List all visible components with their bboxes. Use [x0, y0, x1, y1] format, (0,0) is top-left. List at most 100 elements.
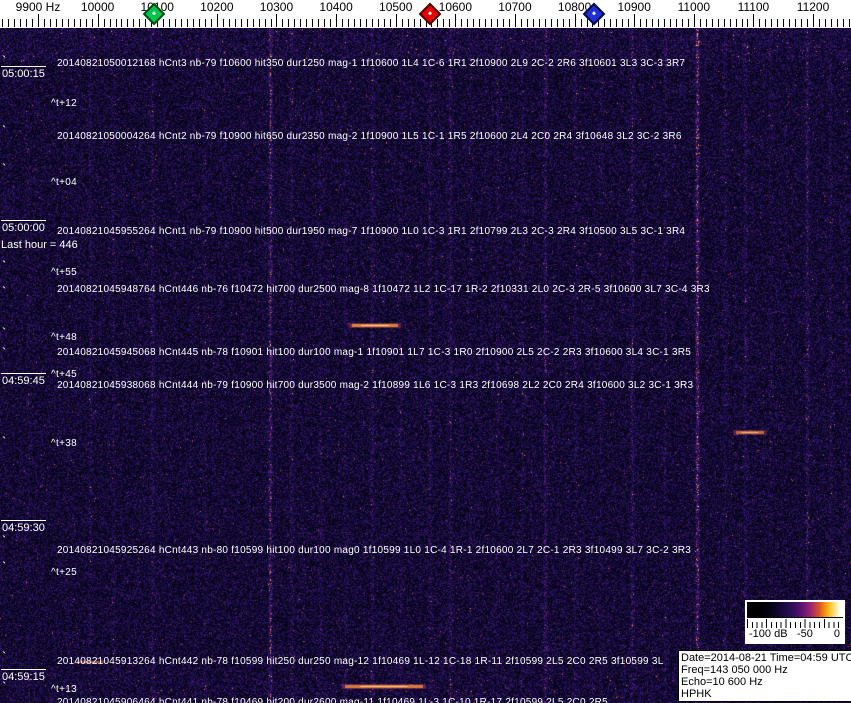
- time-axis-tick: `: [2, 434, 7, 449]
- detection-event-line: 20140821050004264 hCnt2 nb-79 f10900 hit…: [57, 131, 682, 142]
- time-axis-label: 04:59:15: [1, 669, 46, 683]
- ruler-tick: [538, 19, 540, 27]
- ruler-tick: [61, 19, 63, 27]
- freq-tick-label: 10700: [498, 0, 532, 14]
- freq-tick-label: 9900 Hz: [15, 0, 61, 14]
- ruler-tick: [729, 19, 731, 27]
- detection-event-line: 20140821050012168 hCnt3 nb-79 f10600 hit…: [57, 58, 686, 69]
- ruler-tick: [711, 19, 713, 27]
- ruler-tick: [479, 19, 481, 27]
- time-axis-tick: `: [2, 559, 7, 574]
- colorbar-label-mid: -50: [797, 628, 813, 640]
- ruler-tick: [264, 19, 266, 27]
- ruler-tick: [514, 14, 516, 27]
- ruler-tick: [67, 19, 69, 27]
- ruler-tick: [783, 19, 785, 27]
- ruler-tick: [300, 19, 302, 27]
- freq-tick-label: 10900: [617, 0, 651, 14]
- time-axis-label: 05:00:15: [1, 66, 46, 80]
- ruler-tick: [771, 19, 773, 27]
- ruler-tick: [455, 14, 457, 27]
- ruler-tick: [705, 19, 707, 27]
- ruler-tick: [520, 19, 522, 27]
- ruler-tick: [97, 14, 99, 27]
- ruler-tick: [389, 19, 391, 27]
- ruler-tick: [419, 19, 421, 27]
- ruler-tick: [383, 19, 385, 27]
- ruler-tick: [163, 19, 165, 27]
- ruler-tick: [270, 19, 272, 27]
- ruler-tick: [175, 19, 177, 27]
- ruler-tick: [646, 19, 648, 27]
- freq-tick-label: 10000: [80, 0, 115, 14]
- ruler-tick: [634, 14, 636, 27]
- ruler-tick: [753, 14, 755, 27]
- ruler-tick: [139, 19, 141, 27]
- ruler-tick: [550, 19, 552, 27]
- time-offset-marker: ^t+12: [51, 98, 77, 109]
- time-axis-label: 04:59:30: [1, 520, 46, 534]
- info-line: Freq=143 050 000 Hz: [681, 664, 788, 676]
- ruler-tick: [246, 19, 248, 27]
- ruler-tick: [210, 19, 212, 27]
- ruler-tick: [807, 19, 809, 27]
- ruler-tick: [49, 19, 51, 27]
- info-line: Echo=10 600 Hz: [681, 676, 763, 688]
- ruler-tick: [359, 19, 361, 27]
- ruler-tick: [568, 19, 570, 27]
- ruler-tick: [765, 19, 767, 27]
- ruler-tick: [312, 19, 314, 27]
- ruler-tick: [741, 19, 743, 27]
- ruler-tick: [443, 19, 445, 27]
- time-axis-tick: `: [2, 325, 7, 340]
- time-offset-marker: ^t+13: [51, 684, 77, 695]
- ruler-tick: [348, 19, 350, 27]
- ruler-tick: [258, 19, 260, 27]
- ruler-tick: [20, 19, 22, 27]
- ruler-tick: [699, 19, 701, 27]
- ruler-tick: [824, 19, 826, 27]
- ruler-tick: [26, 19, 28, 27]
- colorbar-label-min: -100 dB: [749, 628, 788, 640]
- time-offset-marker: ^t+04: [51, 177, 77, 188]
- ruler-tick: [503, 19, 505, 27]
- time-axis-tick: `: [2, 258, 7, 273]
- ruler-tick: [377, 19, 379, 27]
- ruler-tick: [652, 19, 654, 27]
- ruler-tick: [467, 19, 469, 27]
- ruler-tick: [556, 19, 558, 27]
- ruler-tick: [288, 19, 290, 27]
- ruler-tick: [842, 19, 844, 27]
- detection-event-line: 20140821045955264 hCnt1 nb-79 f10900 hit…: [57, 226, 686, 237]
- time-axis-tick: `: [2, 533, 7, 548]
- info-line: HPHK: [681, 688, 712, 700]
- ruler-tick: [79, 19, 81, 27]
- frequency-ruler: 9900 Hz100001010010200103001040010500106…: [0, 0, 851, 28]
- ruler-tick: [8, 19, 10, 27]
- ruler-tick: [187, 19, 189, 27]
- detection-event-line: 20140821045948764 hCnt446 nb-76 f10472 h…: [57, 284, 710, 295]
- ruler-tick: [848, 19, 850, 27]
- ruler-tick: [282, 19, 284, 27]
- ruler-tick: [121, 19, 123, 27]
- ruler-tick: [216, 14, 218, 27]
- detection-event-line: 20140821045938068 hCnt444 nb-79 f10900 h…: [57, 380, 694, 391]
- ruler-tick: [294, 19, 296, 27]
- ruler-tick: [324, 19, 326, 27]
- freq-tick-label: 10500: [379, 0, 413, 14]
- ruler-tick: [318, 19, 320, 27]
- ruler-tick: [193, 19, 194, 27]
- ruler-tick: [669, 19, 671, 27]
- time-axis-tick: `: [2, 123, 7, 138]
- ruler-tick: [109, 19, 111, 27]
- ruler-tick: [413, 19, 415, 27]
- ruler-tick: [473, 19, 475, 27]
- ruler-tick: [604, 19, 606, 27]
- ruler-tick: [198, 19, 200, 27]
- colorbar-label-max: 0: [833, 628, 840, 640]
- ruler-tick: [574, 14, 576, 27]
- detection-event-line: 20140821045913264 hCnt442 nb-78 f10599 h…: [57, 656, 664, 667]
- ruler-tick: [407, 19, 409, 27]
- ruler-tick: [640, 19, 642, 27]
- ruler-tick: [365, 19, 367, 27]
